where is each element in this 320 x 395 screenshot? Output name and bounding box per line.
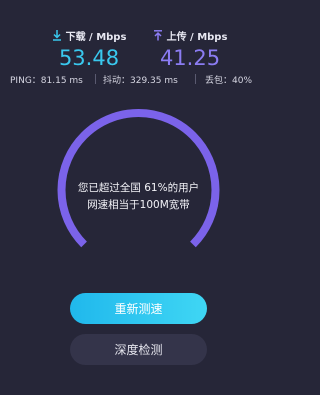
packet-loss-stat: 丢包：40%	[205, 76, 253, 86]
bandwidth-equivalent-text: 网速相当于100M宽带	[87, 199, 190, 211]
upload-icon	[153, 29, 163, 41]
deep-check-button[interactable]: 深度检测	[70, 334, 207, 365]
ping-stat: PING：81.15 ms	[10, 76, 83, 86]
network-stats-row: PING：81.15 ms 抖动：329.35 ms 丢包：40%	[0, 73, 277, 87]
download-label: 下载 / Mbps	[65, 31, 127, 43]
upload-speed-panel: 上传 / Mbps 41.25	[135, 28, 245, 70]
stats-divider	[95, 74, 96, 84]
upload-label-row: 上传 / Mbps	[135, 28, 245, 43]
upload-label: 上传 / Mbps	[166, 31, 228, 43]
upload-speed-value: 41.25	[159, 46, 221, 70]
percentile-text: 您已超过全国 61%的用户	[77, 182, 200, 194]
download-speed-value: 53.48	[58, 46, 120, 70]
gauge-progress-arc	[57, 109, 220, 248]
stats-divider	[195, 74, 196, 84]
download-label-row: 下载 / Mbps	[34, 28, 144, 43]
retest-button[interactable]: 重新测速	[70, 293, 207, 324]
download-icon	[52, 29, 62, 41]
download-speed-panel: 下载 / Mbps 53.48	[34, 28, 144, 70]
jitter-stat: 抖动：329.35 ms	[103, 76, 178, 86]
